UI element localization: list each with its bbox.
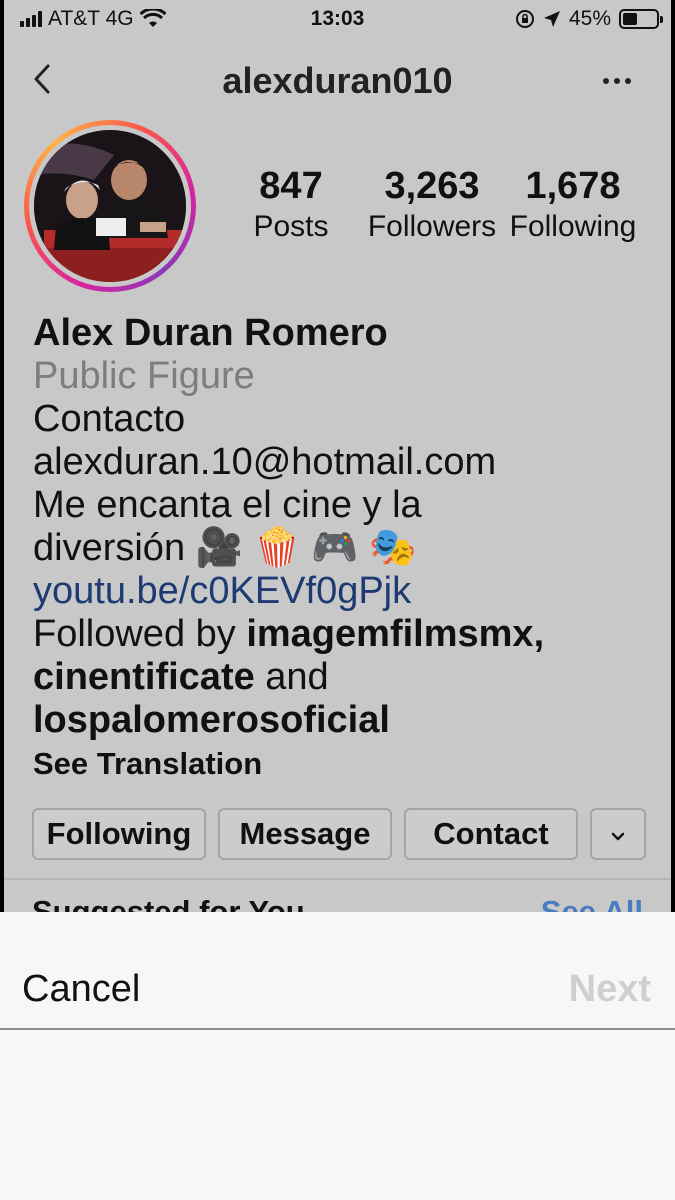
story-ring[interactable] [24,120,196,292]
followed-by-user-2[interactable]: cinentificate [33,656,255,698]
bio-emoji: 🎥 🍿 🎮 🎭 [195,527,417,569]
posts-label: Posts [253,210,329,243]
followed-by-prefix: Followed by [33,613,247,655]
profile-page-dimmed: AT&T 4G 13:03 45% alexduran010 847 Posts… [4,0,671,912]
profile-bio: Alex Duran Romero Public Figure Contacto… [33,312,671,786]
see-all-link[interactable]: See All [541,894,643,912]
avatar-photo [34,130,186,282]
suggested-title: Suggested for You [32,894,305,912]
more-options-icon[interactable] [603,78,631,84]
profile-username-title: alexduran010 [222,60,453,101]
avatar [34,130,186,282]
bio-line-description: Me encanta el cine y la [33,484,422,526]
posts-count: 847 [259,165,323,207]
following-count: 1,678 [525,165,621,207]
followers-label: Followers [367,210,497,243]
status-right: 45% [515,7,663,31]
contact-button[interactable]: Contact [404,808,578,860]
category-label: Public Figure [33,355,255,397]
rotation-lock-icon [515,10,534,28]
followed-by-user-3[interactable]: lospalomerosoficial [33,699,390,741]
screen-edge-left [0,0,4,912]
bottom-sheet: Cancel Next [0,912,675,1200]
profile-action-buttons: Following Message Contact [32,808,652,860]
status-bar: AT&T 4G 13:03 45% [4,0,671,36]
followed-by-line-3: lospalomerosoficial [33,699,671,742]
followed-by-user-1[interactable]: imagemfilmsmx [246,613,533,655]
battery-fill [623,13,637,25]
location-arrow-icon [543,11,560,27]
profile-nav-bar: alexduran010 [4,50,671,110]
chevron-down-icon [611,832,625,841]
suggested-toggle-button[interactable] [590,808,646,860]
bio-line-contact: Contacto [33,398,186,440]
full-name: Alex Duran Romero [33,312,388,354]
battery-percent: 45% [568,7,611,30]
followed-by-comma: , [533,613,545,655]
screen-edge-right [671,0,675,912]
cancel-button[interactable]: Cancel [22,968,140,1011]
bio-line-text: diversión [33,527,196,569]
message-button[interactable]: Message [218,808,392,860]
following-stat[interactable]: 1,678 Following [508,164,638,246]
followed-by-line-1: Followed by imagemfilmsmx, [33,613,671,656]
bio-line-email: alexduran.10@hotmail.com [33,441,497,483]
following-button[interactable]: Following [32,808,206,860]
followed-by-and: and [254,656,329,698]
sheet-divider [0,1028,675,1030]
followers-stat[interactable]: 3,263 Followers [362,164,502,246]
followed-by-line-2: cinentificate and [33,656,671,699]
followers-count: 3,263 [384,165,480,207]
bio-link[interactable]: youtu.be/c0KEVf0gPjk [33,570,671,613]
screen: AT&T 4G 13:03 45% alexduran010 847 Posts… [0,0,675,1200]
posts-stat[interactable]: 847 Posts [232,164,350,246]
battery-icon [619,9,663,29]
next-button[interactable]: Next [569,968,651,1011]
see-translation-link[interactable]: See Translation [33,742,671,786]
following-label: Following [509,210,637,243]
bio-line-description-2: diversión 🎥 🍿 🎮 🎭 [33,527,671,570]
section-divider [4,878,671,880]
profile-stats: 847 Posts 3,263 Followers 1,678 Followin… [232,164,662,254]
